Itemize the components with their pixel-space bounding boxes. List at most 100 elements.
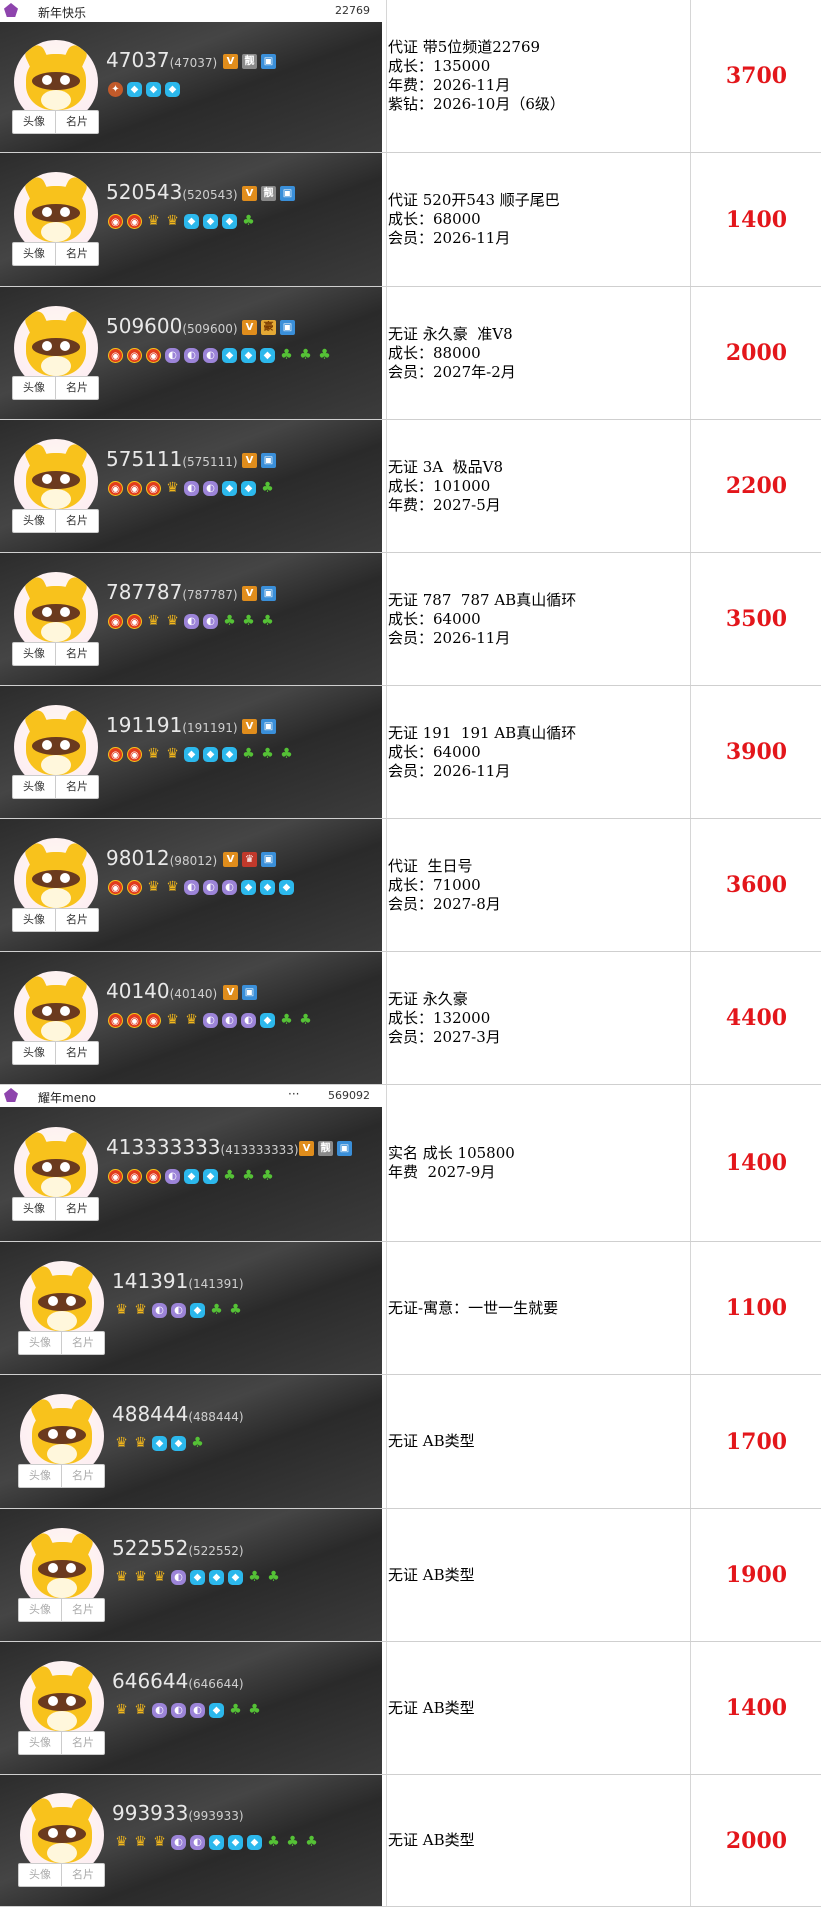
raccoon-avatar-part bbox=[42, 474, 52, 484]
price-cell: 3500 bbox=[725, 606, 788, 632]
moon-level-icon: ◐ bbox=[171, 1570, 186, 1585]
crown-level-icon: ♛ bbox=[134, 1569, 147, 1585]
level-icons: ◉ ◉ ♛ ♛ ◆ ◆ ◆ ♣ bbox=[108, 214, 256, 229]
avatar-button[interactable]: 头像 bbox=[13, 510, 55, 532]
liang-badge-icon: 靓 bbox=[318, 1141, 333, 1156]
qq-number: 509600(509600) bbox=[106, 314, 238, 338]
leaf-level-icon: ♣ bbox=[261, 480, 274, 496]
avatar-button[interactable]: 头像 bbox=[13, 1042, 55, 1064]
raccoon-avatar-part bbox=[42, 75, 52, 85]
crown-level-icon: ♛ bbox=[134, 1834, 147, 1850]
card-badge-icon: ▣ bbox=[242, 985, 257, 1000]
description-cell: 无证 AB类型 bbox=[386, 1775, 691, 1906]
description-line: 成长：132000 bbox=[388, 1008, 491, 1027]
card-button[interactable]: 名片 bbox=[55, 243, 98, 265]
leaf-level-icon: ♣ bbox=[299, 1012, 312, 1028]
qq-number-main: 520543 bbox=[106, 180, 183, 204]
sun-level-icon: ◉ bbox=[146, 481, 161, 496]
card-button[interactable]: 名片 bbox=[61, 1599, 104, 1621]
description-text: 无证 3A 极品V8 成长：101000 年费：2027-5月 bbox=[387, 458, 503, 515]
star-level-icon: ◆ bbox=[228, 1570, 243, 1585]
qq-number-main: 575111 bbox=[106, 447, 183, 471]
avatar-button[interactable]: 头像 bbox=[13, 1198, 55, 1220]
crown-level-icon: ♛ bbox=[115, 1834, 128, 1850]
listing-row: 头像 名片 40140(40140) V ▣ ◉ ◉ ◉ ♛ ♛ ◐ ◐ ◐ ◆ ♣ ♣ 无证 永久豪 成长：13… bbox=[0, 952, 821, 1085]
description-line: 紫钻：2026-10月（6级） bbox=[388, 95, 565, 113]
badge-tags: V ♛ ▣ bbox=[223, 852, 276, 867]
raccoon-avatar-part bbox=[47, 1578, 77, 1598]
moon-level-icon: ◐ bbox=[165, 348, 180, 363]
avatar-button[interactable]: 头像 bbox=[13, 643, 55, 665]
price-cell: 2000 bbox=[725, 1827, 788, 1854]
level-icons: ♛ ♛ ♛ ◐ ◆ ◆ ◆ ♣ ♣ bbox=[114, 1570, 281, 1585]
moon-level-icon: ◐ bbox=[203, 614, 218, 629]
sun-level-icon: ◉ bbox=[108, 1013, 123, 1028]
moon-level-icon: ◐ bbox=[222, 880, 237, 895]
price-cell: 2000 bbox=[725, 340, 788, 366]
description-line: 无证 3A 极品V8 bbox=[388, 457, 504, 476]
card-button[interactable]: 名片 bbox=[55, 111, 98, 133]
description-cell: 无证-寓意：一世一生就要 bbox=[386, 1242, 691, 1374]
avatar-buttons: 头像 名片 bbox=[18, 1331, 105, 1355]
crown-level-icon: ♛ bbox=[166, 480, 179, 496]
card-button[interactable]: 名片 bbox=[55, 377, 98, 399]
avatar-button[interactable]: 头像 bbox=[13, 776, 55, 798]
moon-level-icon: ◐ bbox=[184, 481, 199, 496]
card-button[interactable]: 名片 bbox=[55, 1198, 98, 1220]
description-text: 无证 AB类型 bbox=[387, 1566, 475, 1585]
card-badge-icon: ▣ bbox=[261, 719, 276, 734]
level-icons: ♛ ♛ ♛ ◐ ◐ ◆ ◆ ◆ ♣ ♣ ♣ bbox=[114, 1835, 319, 1850]
qq-number-main: 646644 bbox=[112, 1669, 189, 1693]
card-button[interactable]: 名片 bbox=[55, 776, 98, 798]
avatar-button[interactable]: 头像 bbox=[19, 1864, 61, 1886]
star-level-icon: ◆ bbox=[184, 1169, 199, 1184]
card-button[interactable]: 名片 bbox=[61, 1465, 104, 1487]
v-badge-icon: V bbox=[242, 586, 257, 601]
description-cell: 无证 AB类型 bbox=[386, 1509, 691, 1641]
star-level-icon: ◆ bbox=[279, 880, 294, 895]
card-button[interactable]: 名片 bbox=[55, 909, 98, 931]
avatar-button[interactable]: 头像 bbox=[19, 1332, 61, 1354]
profile-screenshot: 新年快乐 22769 头像 名片 47037(47037) V 靓 ▣ ✦ ◆ ◆ ◆ bbox=[0, 0, 382, 152]
avatar-button[interactable]: 头像 bbox=[13, 243, 55, 265]
card-button[interactable]: 名片 bbox=[61, 1332, 104, 1354]
description-line: 会员：2027年-2月 bbox=[388, 362, 516, 381]
description-line: 成长：68000 bbox=[388, 210, 481, 228]
raccoon-avatar-part bbox=[47, 1711, 77, 1731]
more-icon[interactable]: ··· bbox=[288, 1087, 299, 1101]
avatar-button[interactable]: 头像 bbox=[13, 377, 55, 399]
card-badge-icon: ▣ bbox=[280, 320, 295, 335]
card-badge-icon: ▣ bbox=[261, 586, 276, 601]
raccoon-avatar-part bbox=[32, 1159, 80, 1177]
avatar-button[interactable]: 头像 bbox=[13, 909, 55, 931]
v-badge-icon: V bbox=[299, 1141, 314, 1156]
raccoon-avatar-part bbox=[42, 1162, 52, 1172]
star-level-icon: ◆ bbox=[222, 348, 237, 363]
leaf-level-icon: ♣ bbox=[280, 746, 293, 762]
description-cell: 无证 3A 极品V8 成长：101000 年费：2027-5月 bbox=[386, 420, 691, 552]
qq-number-paren: (47037) bbox=[169, 56, 218, 70]
crown-level-icon: ♛ bbox=[147, 613, 160, 629]
card-button[interactable]: 名片 bbox=[55, 643, 98, 665]
card-badge-icon: ▣ bbox=[261, 852, 276, 867]
card-button[interactable]: 名片 bbox=[55, 510, 98, 532]
star-level-icon: ◆ bbox=[184, 214, 199, 229]
description-text: 无证 191 191 AB真山循环 成长：64000 会员：2026-11月 bbox=[387, 724, 576, 781]
card-button[interactable]: 名片 bbox=[61, 1732, 104, 1754]
leaf-level-icon: ♣ bbox=[280, 347, 293, 363]
avatar-button[interactable]: 头像 bbox=[13, 111, 55, 133]
card-badge-icon: ▣ bbox=[261, 54, 276, 69]
crown-level-icon: ♛ bbox=[166, 746, 179, 762]
raccoon-avatar-part bbox=[32, 1003, 80, 1021]
moon-level-icon: ◐ bbox=[203, 1013, 218, 1028]
card-button[interactable]: 名片 bbox=[61, 1864, 104, 1886]
avatar-button[interactable]: 头像 bbox=[19, 1732, 61, 1754]
card-badge-icon: ▣ bbox=[337, 1141, 352, 1156]
qq-number-main: 522552 bbox=[112, 1536, 189, 1560]
avatar-buttons: 头像 名片 bbox=[12, 376, 99, 400]
avatar-button[interactable]: 头像 bbox=[19, 1465, 61, 1487]
avatar-button[interactable]: 头像 bbox=[19, 1599, 61, 1621]
card-button[interactable]: 名片 bbox=[55, 1042, 98, 1064]
star-level-icon: ◆ bbox=[228, 1835, 243, 1850]
description-cell: 无证 AB类型 bbox=[386, 1642, 691, 1774]
